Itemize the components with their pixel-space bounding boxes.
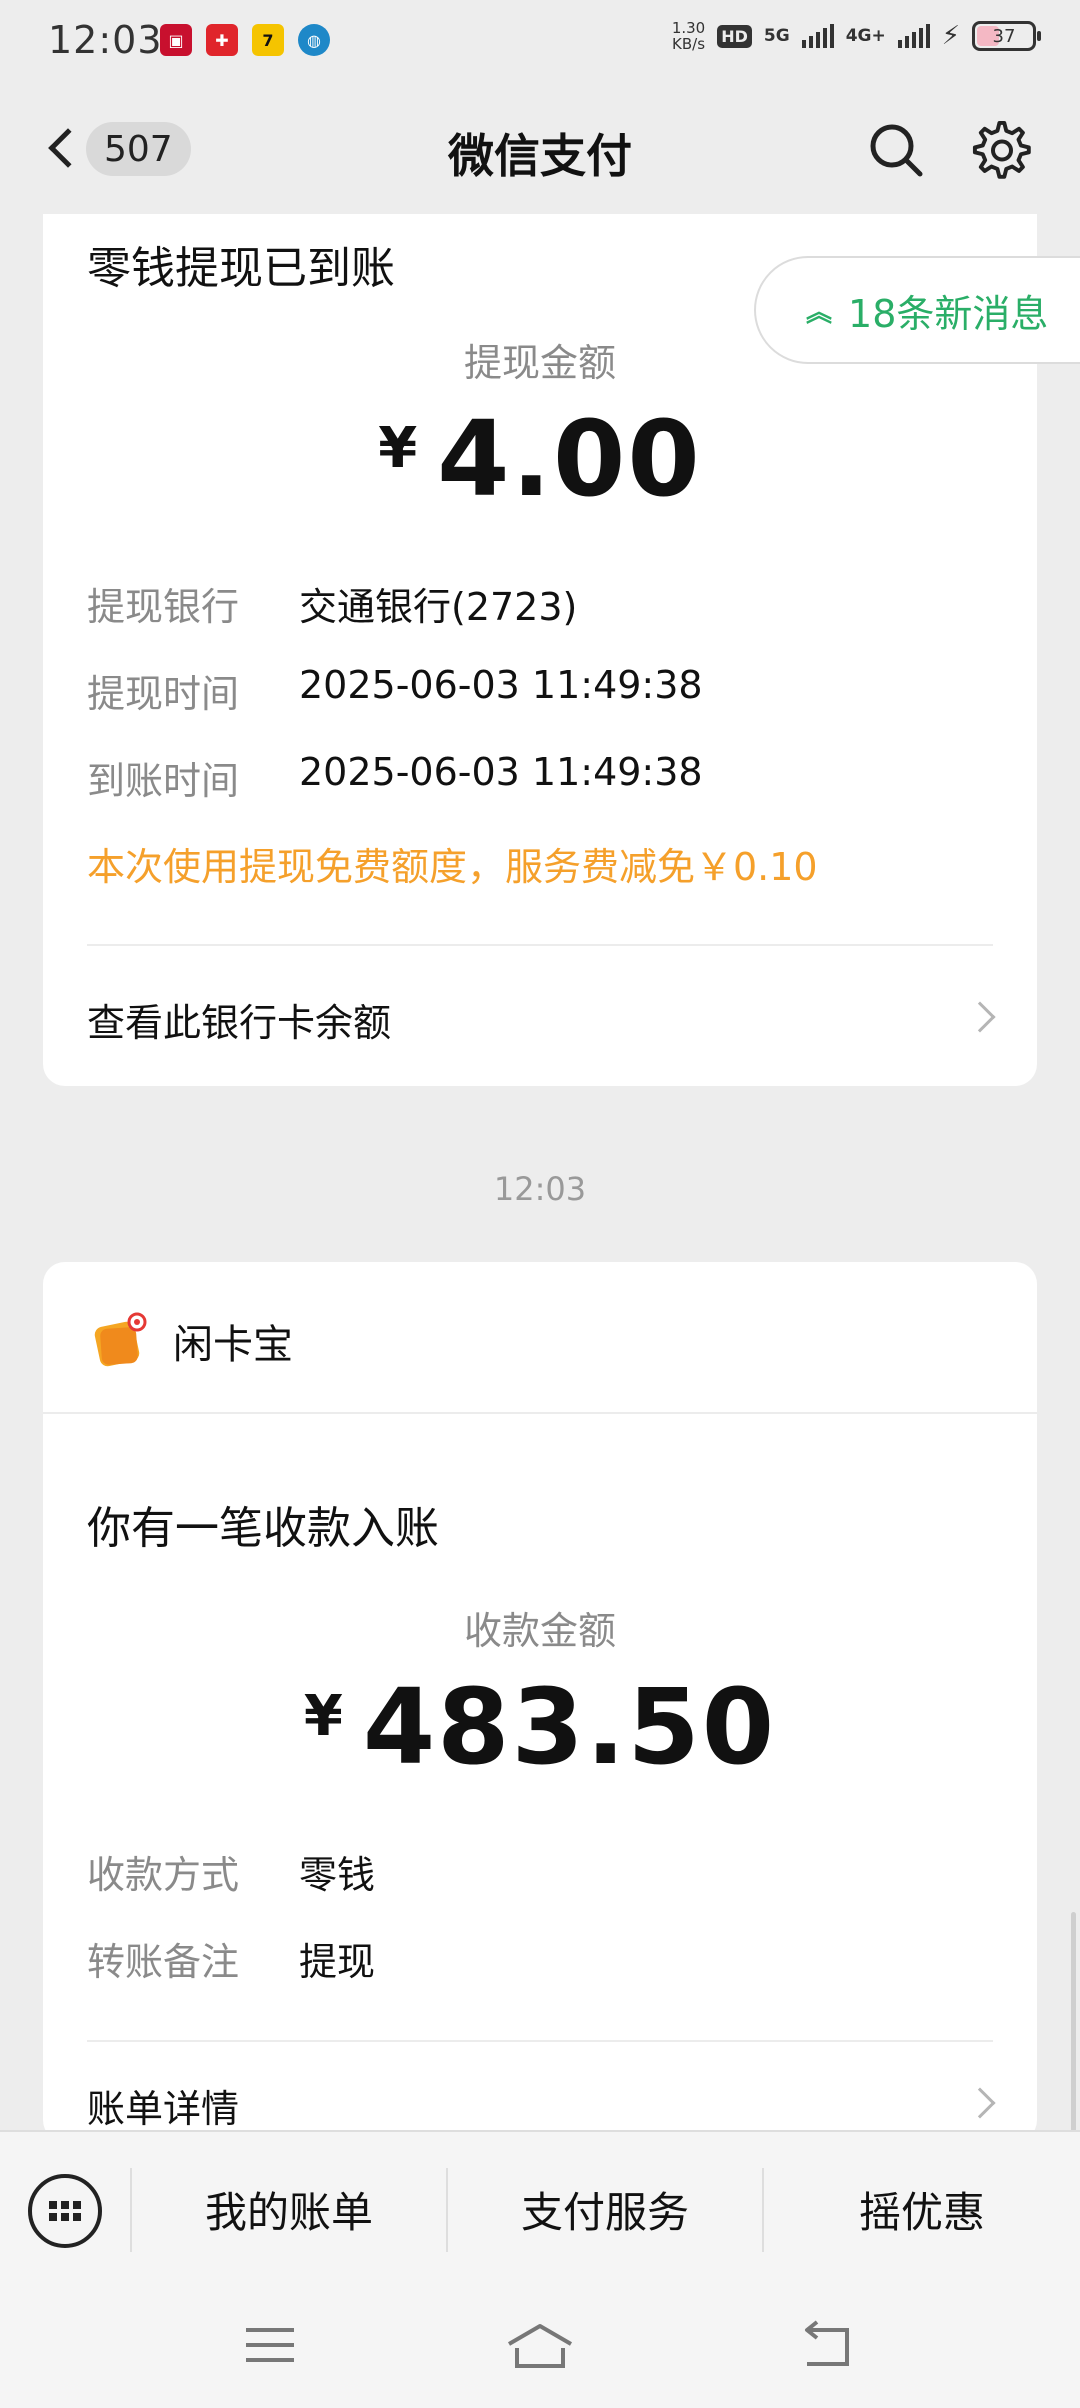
scrollbar[interactable]	[1071, 1912, 1076, 2132]
system-nav-bar	[0, 2284, 1080, 2408]
detail-key: 到账时间	[87, 759, 240, 803]
status-bar: 12:03 ▣ ✚ 7 ◍ 1.30 KB/s HD 5G 4G+ ⚡ 37	[0, 0, 1080, 84]
keyboard-toggle-button[interactable]	[28, 2174, 102, 2248]
double-chevron-up-icon: ︽	[806, 297, 833, 328]
detail-value: 2025-06-03 11:49:38	[299, 663, 703, 707]
detail-row: 提现时间 2025-06-03 11:49:38	[87, 663, 703, 718]
unread-count-badge[interactable]: 507	[86, 122, 191, 176]
sim1-network-label: 5G	[763, 26, 790, 46]
detail-row: 到账时间 2025-06-03 11:49:38	[87, 750, 703, 805]
chevron-right-icon	[964, 1001, 996, 1033]
gear-icon[interactable]	[972, 120, 1032, 180]
menu-payment-services[interactable]: 支付服务	[448, 2132, 762, 2286]
nav-bar: 507 微信支付	[0, 84, 1080, 214]
new-messages-label: 18条新消息	[848, 291, 1049, 336]
back-button[interactable]	[36, 118, 88, 178]
status-time: 12:03	[48, 18, 163, 62]
merchant-logo-icon	[94, 1312, 147, 1367]
amount-display: ¥ 4.00	[43, 398, 1037, 520]
fee-waiver-note: 本次使用提现免费额度，服务费减免￥0.10	[87, 845, 818, 889]
card-heading: 零钱提现已到账	[87, 243, 395, 294]
bank-app-icon: ▣	[160, 24, 192, 56]
detail-key: 提现时间	[87, 672, 240, 716]
amount-value: 4.00	[437, 398, 702, 520]
detail-row: 收款方式 零钱	[87, 1844, 375, 1899]
bottom-menu: 我的账单 支付服务 摇优惠	[0, 2130, 1080, 2284]
card-heading: 你有一笔收款入账	[87, 1503, 439, 1554]
detail-row: 转账备注 提现	[87, 1931, 375, 1986]
detail-key: 转账备注	[87, 1940, 240, 1984]
view-bank-balance-link[interactable]: 查看此银行卡余额	[43, 966, 1037, 1066]
divider	[87, 944, 993, 946]
link-label: 查看此银行卡余额	[87, 1001, 392, 1045]
detail-value: 2025-06-03 11:49:38	[299, 750, 703, 794]
battery-icon: 37	[972, 21, 1041, 51]
menu-icon[interactable]	[240, 2320, 300, 2370]
detail-row: 提现银行 交通银行(2723)	[87, 576, 577, 631]
amount-display: ¥ 483.50	[43, 1666, 1037, 1788]
network-speed: 1.30 KB/s	[671, 19, 706, 53]
hd-voice-icon: HD	[717, 24, 752, 48]
back-chevron-icon	[48, 128, 88, 168]
link-label: 账单详情	[87, 2087, 240, 2130]
battery-level: 37	[992, 25, 1016, 47]
detail-value: 交通银行(2723)	[299, 585, 578, 629]
home-icon[interactable]	[505, 2320, 575, 2370]
chevron-right-icon	[964, 2087, 996, 2119]
browser-app-icon: ◍	[298, 24, 330, 56]
back-nav-icon[interactable]	[795, 2320, 855, 2370]
sim2-network-label: 4G+	[845, 26, 886, 46]
currency-symbol: ¥	[378, 416, 418, 481]
bill-details-link[interactable]: 账单详情	[43, 2052, 1037, 2130]
union-app-icon: ✚	[206, 24, 238, 56]
new-messages-button[interactable]: ︽ 18条新消息	[754, 256, 1080, 364]
detail-key: 提现银行	[87, 585, 240, 629]
amount-value: 483.50	[362, 1666, 777, 1788]
detail-value: 零钱	[299, 1853, 376, 1897]
message-timestamp: 12:03	[493, 1170, 587, 1208]
payment-notice-card[interactable]: 闲卡宝 你有一笔收款入账 收款金额 ¥ 483.50 收款方式 零钱 转账备注 …	[43, 1262, 1037, 2130]
currency-symbol: ¥	[303, 1684, 343, 1749]
detail-value: 提现	[299, 1940, 376, 1984]
merchant-name: 闲卡宝	[173, 1322, 293, 1368]
notification-icons: ▣ ✚ 7 ◍	[160, 24, 330, 56]
search-icon[interactable]	[866, 120, 926, 180]
game-app-icon: 7	[252, 24, 284, 56]
signal-strength-2-icon	[897, 24, 930, 48]
detail-key: 收款方式	[87, 1853, 240, 1897]
charging-icon: ⚡	[941, 21, 960, 51]
message-list[interactable]: 零钱提现已到账 提现金额 ¥ 4.00 提现银行 交通银行(2723) 提现时间…	[0, 214, 1080, 2130]
divider	[43, 1412, 1037, 1414]
status-indicators: 1.30 KB/s HD 5G 4G+ ⚡ 37	[671, 19, 1041, 53]
menu-shake-deals[interactable]: 摇优惠	[764, 2132, 1080, 2286]
menu-my-bills[interactable]: 我的账单	[132, 2132, 446, 2286]
divider	[87, 2040, 993, 2042]
keyboard-icon	[49, 2201, 81, 2221]
amount-label: 收款金额	[463, 1609, 616, 1653]
signal-strength-icon	[801, 24, 834, 48]
